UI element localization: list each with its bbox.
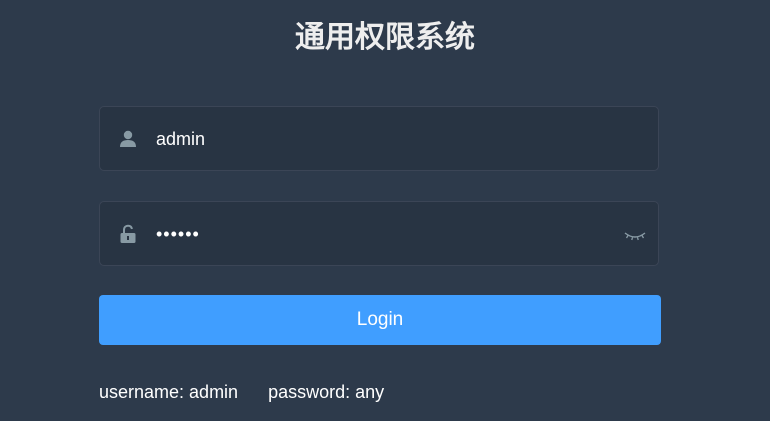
page-title: 通用权限系统 — [295, 20, 475, 55]
lock-icon — [120, 224, 136, 243]
password-field[interactable] — [99, 201, 659, 266]
login-tips: username: admin password: any — [99, 381, 384, 403]
tip-password: password: any — [268, 382, 385, 402]
login-page: 通用权限系统 Login username: admin password: an… — [0, 0, 770, 421]
password-input[interactable] — [156, 214, 606, 254]
login-button[interactable]: Login — [99, 295, 661, 345]
tip-username: username: admin — [99, 382, 239, 402]
username-input[interactable] — [156, 119, 606, 159]
username-field[interactable] — [99, 106, 659, 171]
user-icon — [120, 130, 136, 147]
eye-closed-icon[interactable] — [624, 226, 646, 244]
